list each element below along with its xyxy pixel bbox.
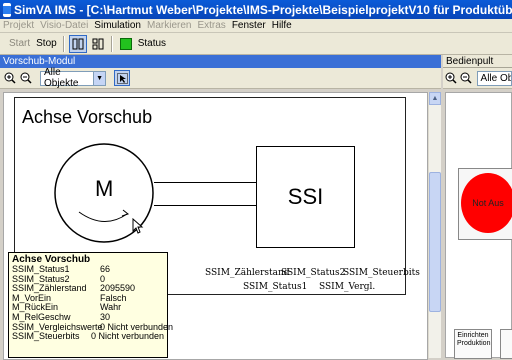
split-vertical-icon [72,38,84,49]
partial-box [500,329,512,359]
signal-label: SSIM_Steuerbits [343,268,420,278]
mouse-cursor-icon [132,218,144,234]
bedienpult-canvas[interactable]: Not Aus Einrichten Produktion [445,92,512,359]
signal-label: SSIM_Zählerstand [205,268,290,278]
toolbar-separator [110,35,113,52]
menu-visio-datei[interactable]: Visio-Datei [37,20,91,31]
zoom-out-icon[interactable] [460,72,474,84]
object-filter-select[interactable]: Alle Objekte ▼ [40,67,106,89]
menu-bar: Projekt Visio-Datei Simulation Markieren… [0,19,512,33]
vertical-layout-button[interactable] [68,34,87,53]
zoom-in-icon[interactable] [4,72,18,84]
status-button[interactable]: Status [135,38,169,49]
menu-simulation[interactable]: Simulation [91,20,144,31]
status-indicator [119,37,132,50]
window-title-bar[interactable]: SimVA IMS - [C:\Hartmut Weber\Projekte\I… [0,0,512,19]
pointer-select-icon [116,72,128,84]
einrichten-produktion-box[interactable]: Einrichten Produktion [454,329,492,359]
chevron-down-icon: ▼ [93,71,105,85]
bedienpult-panel-header: Bedienpult [443,55,512,68]
menu-projekt[interactable]: Projekt [0,20,37,31]
scroll-thumb[interactable] [429,172,441,312]
motor-label: M [95,176,114,201]
menu-extras[interactable]: Extras [194,20,228,31]
object-info-tooltip: Achse Vorschub SSIM_Status1 66 SSIM_Statu… [8,252,173,358]
not-aus-label: Not Aus [472,198,504,208]
einrichten-produktion-label: Einrichten Produktion [457,332,491,347]
horizontal-layout-button[interactable] [89,35,107,53]
split-horizontal-icon [92,38,104,49]
motor-shaft [154,182,257,206]
zoom-out-icon[interactable] [20,72,34,84]
bedienpult-filter-value: Alle Obje [480,72,512,84]
app-icon [3,2,11,17]
window-title: SimVA IMS - [C:\Hartmut Weber\Projekte\I… [14,2,512,17]
not-aus-button[interactable]: Not Aus [461,173,512,233]
signal-label: SSIM_Status2 [281,268,346,278]
menu-hilfe[interactable]: Hilfe [269,20,295,31]
tooltip-row: SSIM_Steuerbits 0 Nicht verbunden [12,332,164,342]
bedienpult-panel-title: Bedienpult [446,55,494,67]
start-button[interactable]: Start [6,38,33,49]
pointer-mode-button[interactable] [114,70,130,86]
signal-label: SSIM_Status1 [243,282,308,292]
object-filter-value: Alle Objekte [44,67,79,89]
bedienpult-panel-toolbar: Alle Obje [443,68,512,89]
tooltip-key: SSIM_Steuerbits [12,331,80,342]
ssi-encoder-box[interactable]: SSI [256,146,355,248]
vorschub-panel-toolbar: Alle Objekte ▼ [0,67,441,89]
tooltip-value: 0 Nicht verbunden [90,331,164,342]
ssi-label: SSI [287,184,324,209]
diagram-title: Achse Vorschub [22,107,153,127]
scroll-up-arrow-icon[interactable]: ▲ [429,92,441,105]
main-toolbar: Start Stop Status [0,33,512,55]
signal-label: SSIM_Vergl. [319,282,376,292]
vorschub-scrollbar[interactable]: ▲ [428,92,441,358]
bedienpult-filter-select[interactable]: Alle Obje [476,70,512,86]
not-aus-frame: Not Aus [458,168,512,240]
stop-button[interactable]: Stop [33,38,60,49]
menu-markieren[interactable]: Markieren [144,20,194,31]
vorschub-panel-title: Vorschub-Modul [3,56,76,67]
bedienpult-panel: Bedienpult Alle Obje Not Aus Einrichten … [443,55,512,359]
menu-fenster[interactable]: Fenster [229,20,269,31]
zoom-in-icon[interactable] [445,72,459,84]
toolbar-separator [62,35,65,52]
